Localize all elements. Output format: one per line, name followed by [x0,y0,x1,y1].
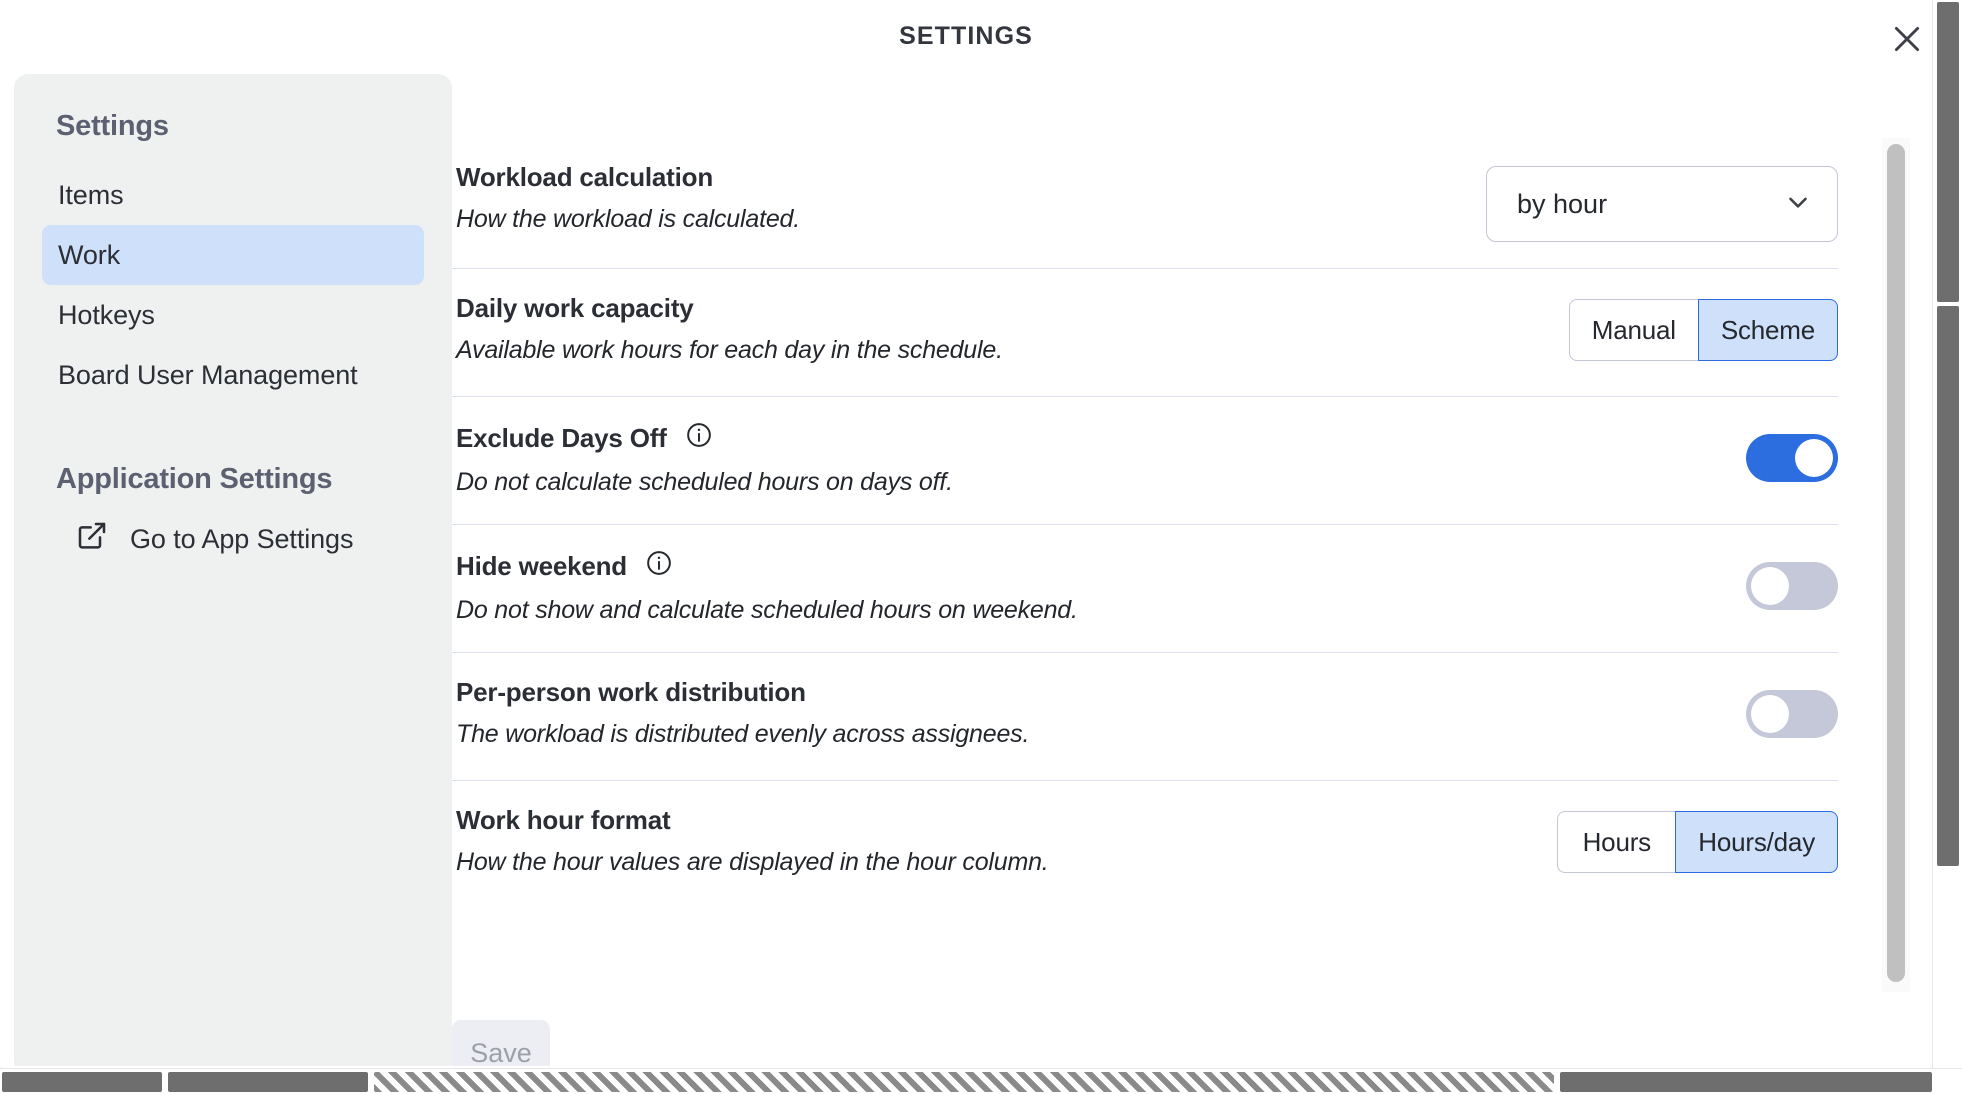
page-vertical-scrollbar-thumb-lower[interactable] [1937,306,1959,866]
setting-label: Daily work capacity [456,293,1003,324]
sidebar-item-items[interactable]: Items [42,165,424,225]
page-horizontal-scrollbar[interactable] [0,1068,1962,1094]
setting-description: The workload is distributed evenly acros… [456,720,1030,748]
go-to-app-settings-link[interactable]: Go to App Settings [42,508,424,571]
segment-manual[interactable]: Manual [1568,299,1698,361]
work-hour-format-segmented: Hours Hours/day [1557,811,1838,873]
setting-description: Available work hours for each day in the… [456,336,1003,364]
sidebar: Settings Items Work Hotkeys Board User M… [14,74,452,1076]
setting-label-text: Hide weekend [456,551,627,581]
setting-row-workload-calculation: Workload calculation How the workload is… [452,138,1838,269]
setting-control [1746,549,1838,619]
setting-row-hide-weekend: Hide weekend Do not show and calculate s… [452,525,1838,653]
toggle-knob [1751,695,1789,733]
daily-work-capacity-segmented: Manual Scheme [1568,299,1838,361]
setting-row-work-hour-format: Work hour format How the hour values are… [452,781,1838,909]
setting-label-text: Daily work capacity [456,293,694,323]
hide-weekend-toggle[interactable] [1746,562,1838,610]
page-horizontal-scrollbar-segment[interactable] [168,1072,368,1092]
setting-label: Exclude Days Off [456,421,953,456]
setting-description: How the hour values are displayed in the… [456,848,1049,876]
sidebar-item-label: Hotkeys [58,299,155,330]
sidebar-item-label: Items [58,179,124,210]
sidebar-item-label: Board User Management [58,359,358,390]
settings-scrollbar[interactable] [1882,138,1910,992]
setting-row-per-person-work-distribution: Per-person work distribution The workloa… [452,653,1838,781]
settings-main-panel: Workload calculation How the workload is… [452,74,1918,1086]
close-icon [1890,22,1924,56]
workload-calculation-select[interactable]: by hour [1486,166,1838,242]
setting-label: Hide weekend [456,549,1078,584]
setting-description: How the workload is calculated. [456,205,800,233]
exclude-days-off-toggle[interactable] [1746,434,1838,482]
page-title: SETTINGS [899,21,1033,50]
setting-label-text: Work hour format [456,805,671,835]
page-horizontal-scrollbar-segment[interactable] [1560,1072,1932,1092]
info-icon[interactable] [685,421,713,456]
setting-label-text: Exclude Days Off [456,423,667,453]
setting-text: Hide weekend Do not show and calculate s… [452,549,1078,625]
setting-text: Work hour format How the hour values are… [452,805,1049,877]
toggle-knob [1751,567,1789,605]
setting-label-text: Workload calculation [456,162,714,192]
go-to-app-settings-label: Go to App Settings [130,524,354,554]
sidebar-item-label: Work [58,239,121,270]
toggle-knob [1795,439,1833,477]
setting-text: Exclude Days Off Do not calculate schedu… [452,421,953,497]
setting-label-text: Per-person work distribution [456,677,806,707]
setting-control: by hour [1486,162,1838,242]
segment-hours[interactable]: Hours [1557,811,1676,873]
setting-control: Hours Hours/day [1557,805,1838,875]
sidebar-heading: Settings [56,110,169,142]
setting-control: Manual Scheme [1568,293,1838,363]
sidebar-item-hotkeys[interactable]: Hotkeys [42,285,424,345]
setting-text: Daily work capacity Available work hours… [452,293,1003,365]
close-button[interactable] [1878,10,1936,68]
dialog-header: SETTINGS [0,0,1932,72]
setting-label: Work hour format [456,805,1049,836]
setting-text: Per-person work distribution The workloa… [452,677,1029,749]
segment-hours-per-day[interactable]: Hours/day [1675,811,1838,873]
chevron-down-icon [1783,187,1813,222]
sidebar-section-heading: Application Settings [56,463,333,495]
setting-description: Do not show and calculate scheduled hour… [456,596,1078,624]
page-vertical-scrollbar[interactable] [1932,0,1962,1094]
setting-control [1746,421,1838,491]
setting-text: Workload calculation How the workload is… [452,162,800,234]
page-vertical-scrollbar-thumb[interactable] [1937,2,1959,302]
setting-control [1746,677,1838,747]
per-person-work-distribution-toggle[interactable] [1746,690,1838,738]
sidebar-item-work[interactable]: Work [42,225,424,285]
select-value: by hour [1517,188,1608,219]
setting-description: Do not calculate scheduled hours on days… [456,468,953,496]
setting-label: Workload calculation [456,162,800,193]
settings-list: Workload calculation How the workload is… [452,138,1872,992]
scrollbar-thumb[interactable] [1887,144,1905,982]
info-icon[interactable] [645,549,673,584]
settings-dialog: SETTINGS Settings Items Work Hotkeys Boa… [0,0,1962,1094]
external-link-icon [76,520,108,559]
sidebar-item-board-user-management[interactable]: Board User Management [42,345,424,405]
page-horizontal-scrollbar-segment[interactable] [2,1072,162,1092]
segment-scheme[interactable]: Scheme [1697,299,1838,361]
setting-row-exclude-days-off: Exclude Days Off Do not calculate schedu… [452,397,1838,525]
setting-row-daily-work-capacity: Daily work capacity Available work hours… [452,269,1838,397]
page-horizontal-scrollbar-thumb[interactable] [374,1072,1554,1092]
setting-label: Per-person work distribution [456,677,1029,708]
